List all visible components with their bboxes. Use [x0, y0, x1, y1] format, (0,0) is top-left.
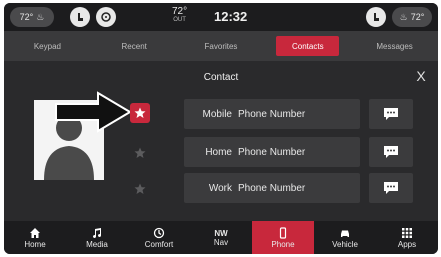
tab-label: Recent: [121, 41, 147, 51]
nav-label: Nav: [213, 237, 229, 247]
favorite-star-home[interactable]: [130, 143, 150, 163]
heated-seat-icon: ♨: [399, 11, 408, 22]
nav-nav[interactable]: NW Nav: [190, 221, 252, 254]
favorite-star-work[interactable]: [130, 179, 150, 199]
apps-grid-icon: [402, 227, 412, 238]
outside-label: OUT: [173, 17, 186, 23]
comfort-icon: [153, 227, 165, 238]
tab-messages[interactable]: Messages: [351, 31, 438, 61]
tab-label: Contacts: [292, 41, 324, 51]
nav-label: Vehicle: [332, 239, 358, 249]
phone-type: Work: [208, 182, 232, 194]
tab-keypad[interactable]: Keypad: [4, 31, 91, 61]
clock: 12:32: [214, 9, 248, 24]
nav-label: Comfort: [144, 239, 174, 249]
steering-wheel-icon: [101, 12, 111, 22]
tab-recent[interactable]: Recent: [91, 31, 178, 61]
contact-title: Contact: [203, 71, 239, 83]
phone-row-home[interactable]: Home Phone Number: [184, 137, 360, 167]
outside-temperature: 72° OUT: [172, 7, 187, 25]
seat-icon: [374, 13, 379, 21]
nav-vehicle[interactable]: Vehicle: [314, 221, 376, 254]
tab-label: Favorites: [204, 41, 238, 51]
message-bubble-icon: [384, 182, 398, 194]
phone-tabs: Keypad Recent Favorites Contacts Message…: [4, 31, 438, 61]
phone-type: Home: [205, 146, 232, 158]
car-icon: [341, 230, 349, 237]
phone-icon: [279, 226, 287, 239]
driver-temp: 72°: [19, 12, 34, 22]
tab-contacts[interactable]: Contacts: [264, 31, 351, 61]
close-icon: X: [416, 68, 426, 84]
heated-seat-icon: ♨: [36, 11, 45, 22]
heated-wheel-button[interactable]: [96, 7, 116, 27]
driver-seat-heat-button[interactable]: [70, 7, 90, 27]
home-icon: [30, 227, 40, 238]
nav-media[interactable]: Media: [66, 221, 128, 254]
music-note-icon: [93, 227, 102, 238]
driver-climate-pill[interactable]: 72° ♨: [10, 7, 54, 27]
tab-label: Keypad: [33, 41, 61, 51]
message-bubble-icon: [384, 108, 398, 120]
star-icon: [134, 147, 146, 158]
passenger-climate-pill[interactable]: ♨ 72°: [392, 7, 432, 27]
star-icon: [134, 107, 146, 118]
nav-label: Media: [86, 239, 108, 249]
nav-label: Phone: [271, 239, 295, 249]
nav-home[interactable]: Home: [4, 221, 66, 254]
seat-icon: [78, 13, 83, 21]
phone-number: Phone Number: [238, 108, 306, 120]
nav-apps[interactable]: Apps: [376, 221, 438, 254]
favorite-star-mobile[interactable]: [130, 103, 150, 123]
uconnect-screen: 72° ♨ 72° OUT 12:32 ♨ 72° Keypad Recent …: [4, 3, 438, 254]
pointer-arrow-icon: [55, 91, 132, 133]
status-bar: 72° ♨ 72° OUT 12:32 ♨ 72°: [4, 3, 438, 31]
phone-row-mobile[interactable]: Mobile Phone Number: [184, 99, 360, 129]
phone-type: Mobile: [202, 108, 232, 120]
tab-favorites[interactable]: Favorites: [178, 31, 265, 61]
message-button-home[interactable]: [369, 137, 413, 167]
message-button-mobile[interactable]: [369, 99, 413, 129]
close-button[interactable]: X: [410, 65, 432, 87]
phone-row-work[interactable]: Work Phone Number: [184, 173, 360, 203]
bottom-nav: Home Media Comfort NW Nav Phone Vehicle: [4, 221, 438, 254]
nav-label: Home: [24, 239, 46, 249]
nav-comfort[interactable]: Comfort: [128, 221, 190, 254]
phone-number: Phone Number: [238, 146, 306, 158]
passenger-seat-heat-button[interactable]: [366, 7, 386, 27]
compass-nw-icon: NW: [214, 228, 228, 238]
star-icon: [134, 183, 146, 194]
tab-label: Messages: [376, 41, 413, 51]
passenger-temp: 72°: [410, 12, 425, 22]
message-button-work[interactable]: [369, 173, 413, 203]
message-bubble-icon: [384, 146, 398, 158]
phone-number: Phone Number: [238, 182, 306, 194]
nav-label: Apps: [397, 239, 417, 249]
nav-phone[interactable]: Phone: [252, 221, 314, 254]
